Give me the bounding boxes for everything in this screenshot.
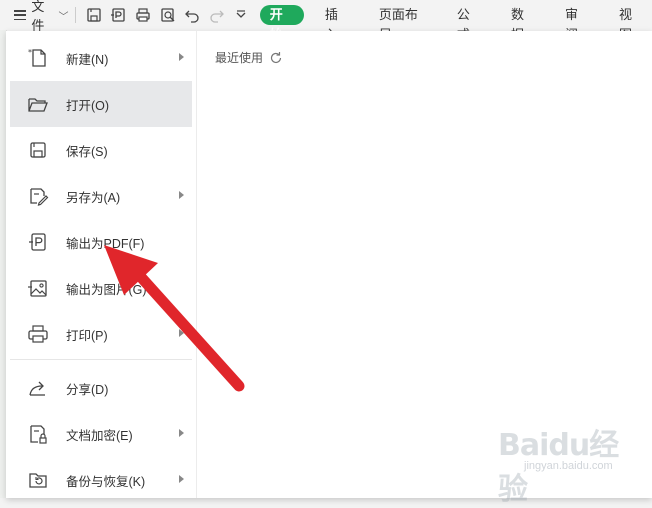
toolbar-divider (74, 7, 76, 23)
new-doc-icon: * (26, 46, 50, 70)
backup-restore-icon (26, 468, 50, 492)
export-pdf-icon (26, 230, 50, 254)
file-menu-button[interactable]: 文件 ﹀ (14, 0, 69, 33)
menu-item-save-as[interactable]: 另存为(A) (10, 173, 192, 219)
redo-icon[interactable] (209, 6, 226, 24)
watermark-url: jingyan.baidu.com (524, 460, 613, 472)
menu-item-label: 输出为图片(G) (66, 282, 147, 297)
export-pdf-icon[interactable] (110, 6, 127, 24)
menu-item-label: 打印(P) (66, 328, 108, 343)
tab-home[interactable]: 开始 (259, 5, 304, 42)
tab-formulas[interactable]: 公式 (448, 5, 490, 42)
menu-item-encrypt[interactable]: 文档加密(E) (10, 411, 192, 457)
share-icon (26, 376, 50, 400)
print-preview-icon[interactable] (159, 6, 176, 24)
chevron-right-icon (179, 475, 184, 483)
tab-insert[interactable]: 插入 (316, 5, 358, 42)
save-as-icon (26, 184, 50, 208)
save-icon (26, 138, 50, 162)
menu-item-label: 备份与恢复(K) (66, 474, 146, 489)
chevron-down-icon: ﹀ (58, 11, 69, 23)
menu-item-label: 新建(N) (66, 52, 109, 67)
recent-title: 最近使用 (215, 51, 264, 65)
menu-item-label: 分享(D) (66, 382, 109, 397)
svg-text:*: * (28, 48, 32, 57)
menu-item-backup[interactable]: 备份与恢复(K) (10, 457, 192, 503)
menu-item-label: 文档加密(E) (66, 428, 133, 443)
menu-item-print[interactable]: 打印(P) (10, 311, 192, 357)
menu-divider (10, 359, 192, 360)
menu-item-save[interactable]: 保存(S) (10, 127, 192, 173)
tab-page-layout[interactable]: 页面布局 (370, 5, 436, 42)
chevron-right-icon (179, 429, 184, 437)
export-image-icon (26, 276, 50, 300)
chevron-right-icon (179, 191, 184, 199)
more-dropdown-icon[interactable] (233, 6, 250, 24)
hamburger-icon (14, 10, 27, 20)
refresh-icon[interactable] (269, 51, 283, 65)
recent-section-header: 最近使用 (215, 49, 283, 66)
folder-open-icon (26, 92, 50, 116)
menu-item-label: 另存为(A) (66, 190, 121, 205)
menu-item-label: 保存(S) (66, 144, 108, 159)
file-menu-list: * 新建(N) 打开(O) 保存(S) 另存为(A) 输出为PDF(F) 输出为… (6, 31, 197, 498)
menu-item-label: 打开(O) (66, 98, 110, 113)
watermark: Baidu经验 jingyan.baidu.com (494, 420, 644, 507)
undo-icon[interactable] (184, 6, 201, 24)
print-icon (26, 322, 50, 346)
menu-item-export-pdf[interactable]: 输出为PDF(F) (10, 219, 192, 265)
print-icon[interactable] (135, 6, 152, 24)
menu-item-new[interactable]: * 新建(N) (10, 35, 192, 81)
encrypt-doc-icon (26, 422, 50, 446)
chevron-right-icon (179, 53, 184, 61)
menu-item-open[interactable]: 打开(O) (10, 81, 192, 127)
save-icon[interactable] (85, 6, 102, 24)
tab-review[interactable]: 审阅 (556, 5, 598, 42)
menu-item-export-image[interactable]: 输出为图片(G) (10, 265, 192, 311)
tab-data[interactable]: 数据 (502, 5, 544, 42)
tab-view[interactable]: 视图 (610, 5, 652, 42)
chevron-right-icon (179, 329, 184, 337)
menu-item-label: 输出为PDF(F) (66, 236, 145, 251)
toolbar: 文件 ﹀ 开始 插入 页面布局 公式 数据 审阅 视图 (0, 0, 652, 42)
file-menu-label: 文件 (31, 0, 45, 33)
menu-item-share[interactable]: 分享(D) (10, 365, 192, 411)
